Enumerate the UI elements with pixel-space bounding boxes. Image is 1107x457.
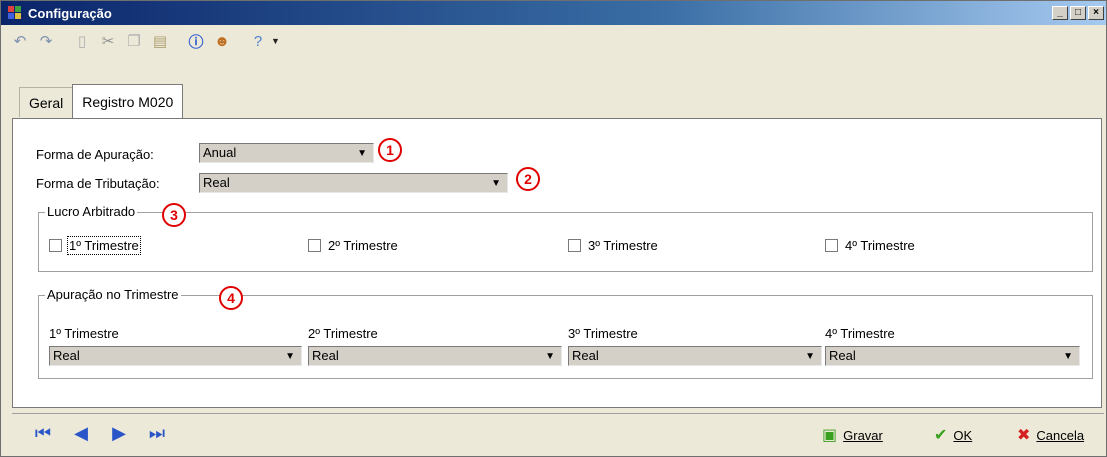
cancela-label: Cancela	[1036, 427, 1085, 443]
help-dropdown-arrow-icon[interactable]: ▼	[271, 36, 280, 46]
first-record-icon[interactable]: ⏮	[32, 422, 54, 444]
lucro-checkbox-4[interactable]: 4º Trimestre	[825, 238, 915, 253]
gravar-label: Gravar	[843, 427, 883, 443]
forma-tributacao-label: Forma de Tributação:	[36, 176, 160, 191]
checkbox-icon[interactable]	[49, 239, 62, 252]
forma-apuracao-value: Anual	[203, 145, 237, 160]
minimize-button[interactable]: _	[1052, 6, 1068, 20]
save-doc-icon: ▣	[822, 427, 838, 444]
chevron-down-icon: ▼	[491, 178, 501, 189]
trimestre-3-select[interactable]: Real ▼	[568, 346, 822, 366]
apuracao-trimestre-title: Apuração no Trimestre	[45, 287, 181, 302]
forma-tributacao-value: Real	[203, 175, 230, 190]
checkbox-icon[interactable]	[825, 239, 838, 252]
ok-button[interactable]: ✔ OK	[934, 425, 972, 445]
lucro-checkbox-4-label: 4º Trimestre	[845, 238, 915, 253]
trimestre-1-value: Real	[53, 348, 80, 363]
paste-icon[interactable]: ▤	[149, 30, 171, 52]
next-record-icon[interactable]: ▶	[108, 422, 130, 444]
lucro-checkbox-2[interactable]: 2º Trimestre	[308, 238, 398, 253]
toolbar: ↶ ↷ ▯ ✂ ❐ ▤ ⓘ ☻ ? ▼	[1, 25, 1106, 57]
info-icon[interactable]: ⓘ	[185, 30, 207, 52]
copy-icon[interactable]: ❐	[123, 30, 145, 52]
trimestre-2-label: 2º Trimestre	[308, 326, 378, 341]
checkbox-icon[interactable]	[308, 239, 321, 252]
annotation-badge-4: 4	[219, 286, 243, 310]
previous-record-icon[interactable]: ◀	[70, 422, 92, 444]
redo-icon[interactable]: ↷	[35, 30, 57, 52]
tab-panel: Forma de Apuração: Anual ▼ 1 Forma de Tr…	[12, 118, 1102, 408]
chevron-down-icon: ▼	[357, 148, 367, 159]
trimestre-3-label: 3º Trimestre	[568, 326, 638, 341]
close-button[interactable]: ×	[1088, 6, 1104, 20]
maximize-button[interactable]: □	[1070, 6, 1086, 20]
checkbox-icon[interactable]	[568, 239, 581, 252]
cancel-x-icon: ✖	[1017, 427, 1031, 444]
app-icon	[8, 6, 22, 20]
bottom-bar: ⏮ ◀ ▶ ⏭ ▣ Gravar ✔ OK ✖ Cancela	[12, 413, 1104, 455]
new-icon[interactable]: ▯	[71, 30, 93, 52]
last-record-icon[interactable]: ⏭	[146, 422, 168, 444]
chevron-down-icon: ▼	[1063, 351, 1073, 362]
checkmark-icon: ✔	[934, 427, 948, 444]
chevron-down-icon: ▼	[285, 351, 295, 362]
user-icon[interactable]: ☻	[211, 30, 233, 52]
trimestre-3-value: Real	[572, 348, 599, 363]
lucro-checkbox-2-label: 2º Trimestre	[328, 238, 398, 253]
lucro-checkbox-1-label: 1º Trimestre	[67, 236, 141, 255]
tab-registro-m020[interactable]: Registro M020	[72, 84, 184, 118]
configuracao-window: Configuração _ □ × ↶ ↷ ▯ ✂ ❐ ▤ ⓘ ☻ ? ▼ G…	[0, 0, 1107, 457]
lucro-checkbox-3-label: 3º Trimestre	[588, 238, 658, 253]
title-bar[interactable]: Configuração _ □ ×	[1, 1, 1106, 25]
annotation-badge-3: 3	[162, 203, 186, 227]
chevron-down-icon: ▼	[545, 351, 555, 362]
chevron-down-icon: ▼	[805, 351, 815, 362]
lucro-checkbox-3[interactable]: 3º Trimestre	[568, 238, 658, 253]
ok-label: OK	[953, 427, 973, 443]
forma-tributacao-select[interactable]: Real ▼	[199, 173, 508, 193]
trimestre-4-value: Real	[829, 348, 856, 363]
cancela-button[interactable]: ✖ Cancela	[1017, 425, 1084, 445]
trimestre-4-label: 4º Trimestre	[825, 326, 895, 341]
lucro-arbitrado-group: Lucro Arbitrado 1º Trimestre 2º Trimestr…	[38, 204, 1093, 272]
help-icon[interactable]: ?	[247, 30, 269, 52]
trimestre-2-select[interactable]: Real ▼	[308, 346, 562, 366]
tab-strip: Geral Registro M020	[19, 84, 184, 118]
cut-icon[interactable]: ✂	[97, 30, 119, 52]
annotation-badge-2: 2	[516, 167, 540, 191]
trimestre-1-select[interactable]: Real ▼	[49, 346, 302, 366]
annotation-badge-1: 1	[378, 138, 402, 162]
apuracao-trimestre-group: Apuração no Trimestre 1º Trimestre Real …	[38, 287, 1093, 379]
trimestre-4-select[interactable]: Real ▼	[825, 346, 1080, 366]
undo-icon[interactable]: ↶	[9, 30, 31, 52]
trimestre-2-value: Real	[312, 348, 339, 363]
forma-apuracao-label: Forma de Apuração:	[36, 147, 154, 162]
tab-geral[interactable]: Geral	[19, 87, 74, 117]
lucro-arbitrado-title: Lucro Arbitrado	[45, 204, 138, 219]
gravar-button[interactable]: ▣ Gravar	[822, 425, 883, 445]
window-title: Configuração	[28, 5, 112, 21]
lucro-checkbox-1[interactable]: 1º Trimestre	[49, 236, 141, 255]
forma-apuracao-select[interactable]: Anual ▼	[199, 143, 374, 163]
trimestre-1-label: 1º Trimestre	[49, 326, 119, 341]
